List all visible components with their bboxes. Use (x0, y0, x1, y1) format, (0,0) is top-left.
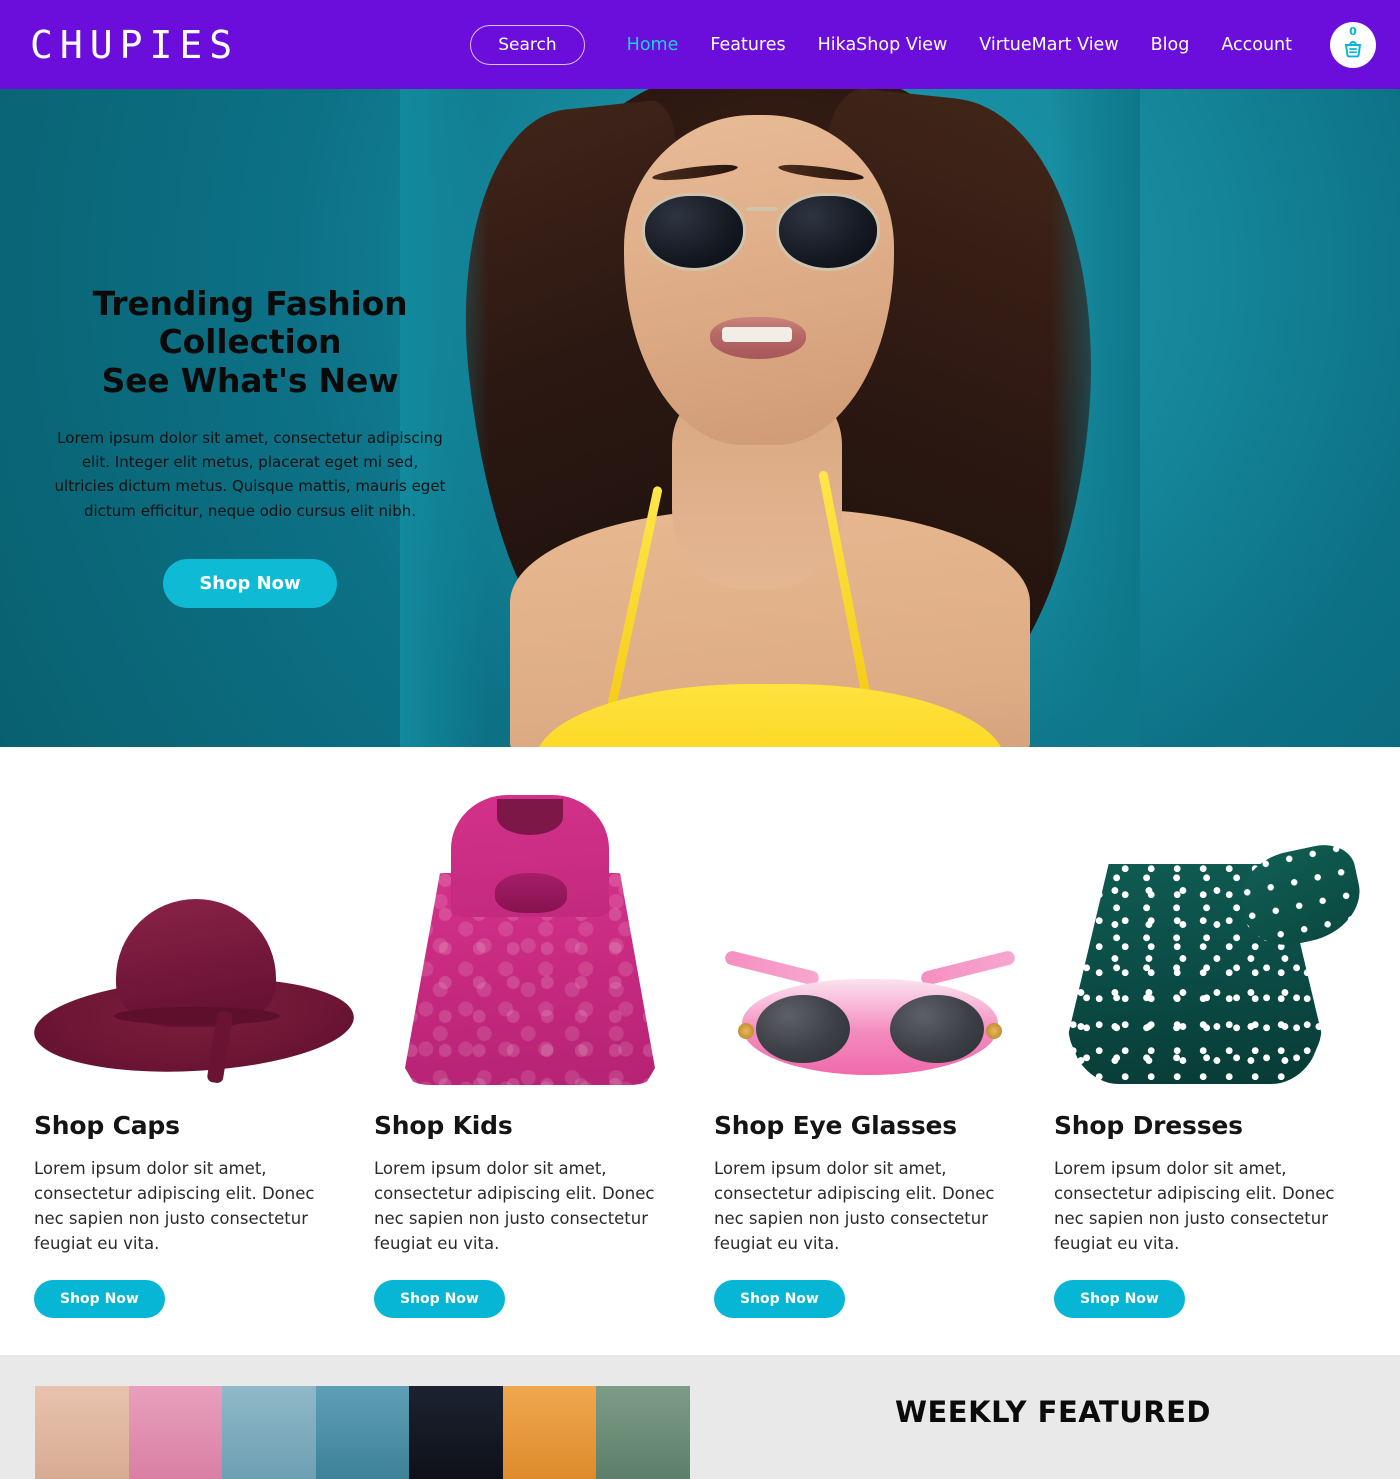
weekly-featured-title: WEEKLY FEATURED (895, 1395, 1211, 1429)
dress-strip-2 (128, 1386, 223, 1479)
shop-now-button-kids[interactable]: Shop Now (374, 1280, 505, 1319)
category-image-kids (374, 785, 686, 1085)
pink-sunglasses-image (720, 949, 1020, 1085)
weekly-featured-section: WEEKLY FEATURED (0, 1355, 1400, 1479)
site-header: CHUPIES Search Home Features HikaShop Vi… (0, 0, 1400, 89)
nav-item-home[interactable]: Home (627, 35, 679, 55)
sunglasses-arm-left (723, 949, 821, 987)
cart-count-badge: 0 (1349, 24, 1357, 38)
search-button[interactable]: Search (470, 24, 585, 65)
hero-description: Lorem ipsum dolor sit amet, consectetur … (54, 428, 446, 520)
hero-banner: Trending Fashion Collection See What's N… (0, 89, 1400, 747)
hat-band (114, 1007, 280, 1025)
category-description-eye-glasses: Lorem ipsum dolor sit amet, consectetur … (714, 1159, 995, 1254)
sunglasses-arm-right (919, 949, 1017, 987)
hero-title: Trending Fashion Collection See What's N… (0, 284, 500, 400)
category-title-kids: Shop Kids (374, 1111, 513, 1140)
main-navigation: Search Home Features HikaShop View Virtu… (470, 21, 1400, 68)
category-image-caps (31, 785, 357, 1085)
shop-now-button-caps[interactable]: Shop Now (34, 1280, 165, 1319)
hero-model-photo (400, 89, 1140, 747)
category-title-dresses: Shop Dresses (1054, 1111, 1243, 1140)
pink-kids-dress-image (405, 795, 655, 1085)
nav-item-hikashop-view[interactable]: HikaShop View (818, 35, 948, 55)
shopping-basket-icon (1344, 41, 1362, 58)
dress-strip-3 (222, 1386, 316, 1479)
burgundy-floppy-hat-image (31, 899, 357, 1085)
hero-copy: Trending Fashion Collection See What's N… (0, 284, 500, 608)
model-aviator-sunglasses-icon (642, 193, 880, 275)
sunglasses-lens-left (756, 995, 850, 1063)
nav-item-virtuemart-view[interactable]: VirtueMart View (979, 35, 1118, 55)
category-description-kids: Lorem ipsum dolor sit amet, consectetur … (374, 1159, 655, 1254)
nav-item-features[interactable]: Features (710, 35, 785, 55)
green-polka-dot-skirt-image (1060, 838, 1369, 1085)
category-image-eye-glasses (714, 785, 1026, 1085)
hero-title-line-1: Trending Fashion Collection (92, 284, 408, 362)
category-card-eye-glasses[interactable]: Shop Eye Glasses Lorem ipsum dolor sit a… (700, 785, 1040, 1319)
sunglasses-frame (738, 979, 1002, 1075)
cart-button[interactable]: 0 (1330, 21, 1376, 68)
kids-dress-neckline (497, 799, 563, 835)
category-image-dresses (1054, 785, 1369, 1085)
sunglasses-lens-right (890, 995, 984, 1063)
sunglass-bridge (746, 207, 778, 211)
category-card-caps[interactable]: Shop Caps Lorem ipsum dolor sit amet, co… (20, 785, 360, 1319)
nav-item-account[interactable]: Account (1221, 35, 1292, 55)
kids-dress-bow (495, 873, 567, 913)
hero-shop-now-button[interactable]: Shop Now (163, 558, 337, 608)
dress-strip-5 (409, 1386, 503, 1479)
weekly-featured-image (35, 1386, 690, 1479)
model-face (624, 115, 894, 445)
category-title-caps: Shop Caps (34, 1111, 180, 1140)
site-logo[interactable]: CHUPIES (30, 26, 239, 64)
hero-title-line-2: See What's New (101, 360, 399, 400)
dress-strip-7 (596, 1386, 690, 1479)
category-card-dresses[interactable]: Shop Dresses Lorem ipsum dolor sit amet,… (1040, 785, 1380, 1319)
dress-strip-6 (502, 1386, 597, 1479)
shop-now-button-eye-glasses[interactable]: Shop Now (714, 1280, 845, 1319)
category-title-eye-glasses: Shop Eye Glasses (714, 1111, 957, 1140)
category-description-dresses: Lorem ipsum dolor sit amet, consectetur … (1054, 1159, 1335, 1254)
category-card-kids[interactable]: Shop Kids Lorem ipsum dolor sit amet, co… (360, 785, 700, 1319)
dress-strip-4 (315, 1386, 410, 1479)
sunglass-lens-right (776, 193, 880, 271)
category-description-caps: Lorem ipsum dolor sit amet, consectetur … (34, 1159, 315, 1254)
dress-strip-1 (35, 1386, 129, 1479)
category-cards-section: Shop Caps Lorem ipsum dolor sit amet, co… (0, 747, 1400, 1319)
sunglasses-gem-right (986, 1023, 1002, 1039)
sunglasses-gem-left (738, 1023, 754, 1039)
model-teeth (722, 327, 792, 342)
sunglass-lens-left (642, 193, 746, 271)
shop-now-button-dresses[interactable]: Shop Now (1054, 1280, 1185, 1319)
nav-item-blog[interactable]: Blog (1151, 35, 1190, 55)
